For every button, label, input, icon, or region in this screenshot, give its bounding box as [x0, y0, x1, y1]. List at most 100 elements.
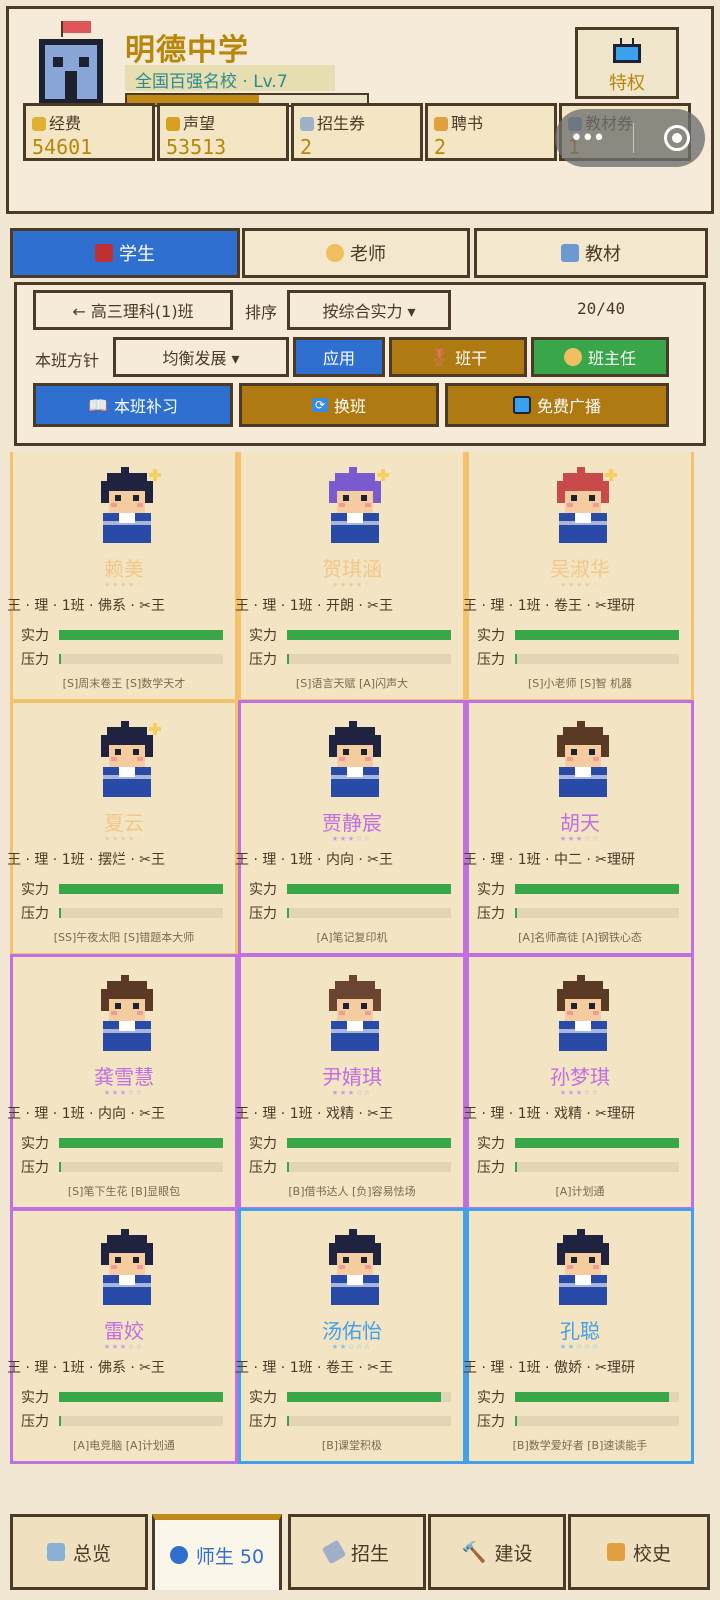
student-info: 王 · 理 · 1班 · 卷王 · ✂王 — [235, 1360, 394, 1376]
student-name: 孔聪 — [560, 1319, 600, 1343]
head-teacher-button[interactable]: 班主任 — [531, 337, 669, 377]
strength-bar — [59, 1392, 223, 1402]
student-info: 王 · 理 · 1班 · 卷王 · ✂理研 — [463, 598, 636, 614]
nav-enrollment[interactable]: 招生 — [288, 1514, 426, 1590]
strength-label: 实力 — [249, 882, 277, 898]
pressure-bar — [515, 1162, 679, 1172]
resource-name: 聘书 — [451, 114, 484, 133]
scroll-icon — [606, 1543, 625, 1561]
student-card[interactable]: 吴淑华 ★★★★☆ 王 · 理 · 1班 · 卷王 · ✂理研 实力 压力 [S]小老师 … — [463, 452, 694, 702]
policy-dropdown[interactable]: 均衡发展 ▾ — [113, 337, 289, 377]
strength-fill — [59, 1392, 223, 1402]
student-card[interactable]: 胡天 ★★★☆☆ 王 · 理 · 1班 · 中二 · ✂理研 实力 压力 [A]名师高徒 … — [463, 700, 694, 956]
pressure-label: 压力 — [249, 1160, 277, 1176]
student-name: 贺琪涵 — [322, 557, 382, 581]
student-card[interactable]: 孙梦琪 ★★★☆☆ 王 · 理 · 1班 · 戏精 · ✂理研 实力 压力 [A]计划通 — [463, 954, 694, 1210]
strength-label: 实力 — [21, 1136, 49, 1152]
student-info: 王 · 理 · 1班 · 戏精 · ✂王 — [235, 1106, 394, 1122]
student-card[interactable]: 汤佑怡 ★★☆☆☆ 王 · 理 · 1班 · 卷王 · ✂王 实力 压力 [B]课堂积极 — [235, 1208, 466, 1464]
pressure-bar — [515, 1416, 679, 1426]
resource-label: 聘书 — [434, 110, 548, 134]
student-card[interactable]: 赖美 ★★★★☆ 王 · 理 · 1班 · 佛系 · ✂王 实力 压力 [S]周末卷王 [… — [8, 452, 238, 702]
tutoring-button[interactable]: 📖 本班补习 — [33, 383, 233, 427]
student-card[interactable]: 孔聪 ★★☆☆☆ 王 · 理 · 1班 · 傲娇 · ✂理研 实力 压力 [B]数学爱好者… — [463, 1208, 694, 1464]
nav-school-history[interactable]: 校史 — [568, 1514, 710, 1590]
pressure-fill — [515, 908, 517, 918]
strength-bar — [287, 1138, 451, 1148]
pressure-label: 压力 — [477, 1414, 505, 1430]
strength-row: 实力 — [21, 1387, 223, 1407]
tab-materials[interactable]: 教材 — [474, 228, 708, 278]
pressure-label: 压力 — [21, 652, 49, 668]
nav-label: 校史 — [632, 1542, 671, 1565]
book-icon: 📖 — [88, 395, 108, 415]
strength-label: 实力 — [477, 1390, 505, 1406]
pressure-row: 压力 — [249, 1157, 451, 1177]
pressure-fill — [515, 654, 517, 664]
change-class-button[interactable]: ⟳ 换班 — [239, 383, 439, 427]
class-select-button[interactable]: ← 高三理科(1)班 — [33, 290, 233, 330]
resource-label: 经费 — [32, 110, 146, 134]
nav-staff-students[interactable]: 师生 50 — [152, 1514, 282, 1590]
pressure-label: 压力 — [477, 906, 505, 922]
pressure-bar — [287, 908, 451, 918]
pressure-fill — [515, 1162, 517, 1172]
student-traits: [S]周末卷王 [S]数学天才 — [62, 677, 186, 690]
resource-label: 声望 — [166, 110, 280, 134]
resource-4: 聘书 2 — [425, 103, 557, 161]
more-icon[interactable]: ••• — [570, 126, 606, 151]
strength-bar — [287, 1392, 451, 1402]
strength-fill — [287, 884, 451, 894]
strength-fill — [515, 1138, 679, 1148]
student-traits: [S]笔下生花 [B]显眼包 — [67, 1185, 181, 1198]
miniprogram-capsule[interactable]: ••• — [555, 109, 705, 167]
privilege-label: 特权 — [609, 73, 645, 94]
sort-dropdown[interactable]: 按综合实力 ▾ — [287, 290, 451, 330]
school-crest-icon[interactable] — [33, 21, 109, 107]
strength-label: 实力 — [21, 882, 49, 898]
student-info: 王 · 理 · 1班 · 开朗 · ✂王 — [235, 598, 394, 614]
resource-value: 2 — [300, 135, 313, 159]
student-card[interactable]: 贺琪涵 ★★★★☆ 王 · 理 · 1班 · 开朗 · ✂王 实力 压力 [S]语言天赋 … — [235, 452, 466, 702]
nav-construction[interactable]: 🔨 建设 — [428, 1514, 566, 1590]
pressure-fill — [287, 1416, 289, 1426]
student-card[interactable]: 龚雪慧 ★★★☆☆ 王 · 理 · 1班 · 内向 · ✂王 实力 压力 [S]笔下生花 … — [8, 954, 238, 1210]
student-info: 王 · 理 · 1班 · 佛系 · ✂王 — [8, 598, 166, 614]
strength-fill — [59, 1138, 223, 1148]
student-avatar — [547, 971, 619, 1055]
strength-bar — [515, 1392, 679, 1402]
tab-label: 教材 — [585, 244, 621, 265]
strength-label: 实力 — [249, 1390, 277, 1406]
star-rating: ★★★★☆ — [559, 579, 601, 590]
student-card[interactable]: 尹婧琪 ★★★☆☆ 王 · 理 · 1班 · 戏精 · ✂王 实力 压力 [B]借书达人 … — [235, 954, 466, 1210]
student-avatar — [91, 717, 163, 801]
student-card[interactable]: 夏云 ★★★★☆ 王 · 理 · 1班 · 摆烂 · ✂王 实力 压力 [SS]午夜太阳 … — [8, 700, 238, 956]
nav-overview[interactable]: 总览 — [10, 1514, 148, 1590]
privilege-button[interactable]: 特权 — [575, 27, 679, 99]
student-traits: [B]数学爱好者 [B]速读能手 — [512, 1439, 648, 1452]
strength-fill — [287, 1392, 442, 1402]
student-card[interactable]: 雷姣 ★★★☆☆ 王 · 理 · 1班 · 佛系 · ✂王 实力 压力 [A]电竞脑 [A… — [8, 1208, 238, 1464]
swap-icon: ⟳ — [311, 398, 329, 412]
strength-row: 实力 — [249, 879, 451, 899]
student-name: 孙梦琪 — [550, 1065, 610, 1089]
broadcast-label: 免费广播 — [536, 397, 601, 416]
strength-row: 实力 — [21, 625, 223, 645]
free-broadcast-button[interactable]: 免费广播 — [445, 383, 669, 427]
apply-button[interactable]: 应用 — [293, 337, 385, 377]
student-name: 汤佑怡 — [322, 1319, 382, 1343]
tab-teachers[interactable]: 老师 — [242, 228, 470, 278]
class-cadre-button[interactable]: 🎖 班干 — [389, 337, 527, 377]
student-name: 胡天 — [560, 811, 600, 835]
student-avatar — [547, 1225, 619, 1309]
close-target-icon[interactable] — [664, 125, 691, 151]
student-card[interactable]: 贾静宸 ★★★☆☆ 王 · 理 · 1班 · 内向 · ✂王 实力 压力 [A]笔记复印机 — [235, 700, 466, 956]
pressure-fill — [59, 908, 61, 918]
pressure-label: 压力 — [249, 652, 277, 668]
pressure-bar — [287, 1162, 451, 1172]
resource-1: 经费 54601 — [23, 103, 155, 161]
strength-row: 实力 — [477, 625, 679, 645]
pressure-bar — [287, 654, 451, 664]
tab-students[interactable]: 学生 — [10, 228, 240, 278]
student-info: 王 · 理 · 1班 · 中二 · ✂理研 — [463, 852, 636, 868]
